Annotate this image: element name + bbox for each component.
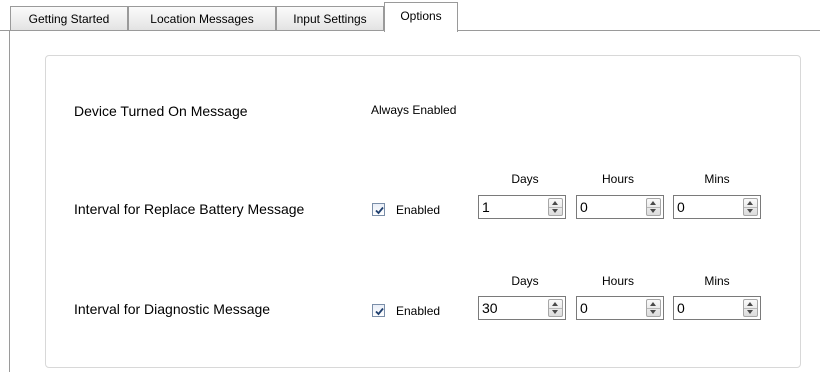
battery-interval-label: Interval for Replace Battery Message (74, 201, 305, 217)
battery-mins-header: Mins (704, 172, 730, 186)
tab-page-border (9, 30, 10, 372)
tab-label: Input Settings (293, 12, 367, 26)
diagnostic-days-spinner[interactable]: 30 (478, 296, 566, 320)
battery-hours-header: Hours (601, 172, 634, 186)
spin-down-button[interactable] (647, 308, 660, 316)
battery-days-value: 1 (482, 199, 490, 215)
battery-days-spinner[interactable]: 1 (478, 195, 566, 219)
diagnostic-mins-value: 0 (677, 300, 685, 316)
diagnostic-hours-value: 0 (580, 300, 588, 316)
diagnostic-days-value: 30 (482, 300, 498, 316)
spin-buttons (548, 299, 563, 317)
spin-up-arrow-icon (552, 201, 558, 205)
diagnostic-days-header: Days (511, 274, 539, 288)
tab-options[interactable]: Options (384, 2, 458, 32)
checkmark-icon (375, 307, 384, 316)
battery-mins-spinner[interactable]: 0 (673, 195, 761, 219)
diagnostic-enabled-label: Enabled (396, 304, 441, 318)
spin-buttons (743, 299, 758, 317)
spin-down-arrow-icon (650, 310, 656, 314)
spin-down-arrow-icon (650, 209, 656, 213)
checkmark-icon (375, 206, 384, 215)
spin-down-arrow-icon (552, 209, 558, 213)
battery-days-header: Days (511, 172, 539, 186)
spin-buttons (646, 198, 661, 216)
spin-down-button[interactable] (744, 308, 757, 316)
tab-label: Location Messages (150, 12, 254, 26)
battery-enabled-checkbox[interactable] (372, 203, 385, 216)
tab-getting-started[interactable]: Getting Started (10, 6, 128, 30)
battery-mins-value: 0 (677, 199, 685, 215)
spin-buttons (548, 198, 563, 216)
diagnostic-hours-header: Hours (601, 274, 634, 288)
spin-buttons (646, 299, 661, 317)
spin-up-arrow-icon (650, 201, 656, 205)
spin-up-arrow-icon (747, 201, 753, 205)
battery-enabled-label: Enabled (396, 203, 441, 217)
tab-label: Options (400, 9, 442, 23)
diagnostic-enabled-checkbox[interactable] (372, 304, 385, 317)
spin-up-arrow-icon (552, 302, 558, 306)
device-on-label: Device Turned On Message (74, 103, 248, 119)
diagnostic-interval-label: Interval for Diagnostic Message (74, 301, 271, 317)
spin-down-arrow-icon (552, 310, 558, 314)
spin-down-button[interactable] (549, 308, 562, 316)
spin-up-arrow-icon (747, 302, 753, 306)
spin-buttons (743, 198, 758, 216)
spin-up-arrow-icon (650, 302, 656, 306)
tab-location-messages[interactable]: Location Messages (128, 6, 276, 30)
spin-down-arrow-icon (747, 310, 753, 314)
tab-strip: Getting Started Location Messages Input … (0, 0, 820, 32)
spin-down-button[interactable] (744, 207, 757, 215)
tab-input-settings[interactable]: Input Settings (276, 6, 384, 30)
diagnostic-hours-spinner[interactable]: 0 (576, 296, 664, 320)
device-on-status: Always Enabled (371, 103, 457, 117)
diagnostic-mins-spinner[interactable]: 0 (673, 296, 761, 320)
diagnostic-mins-header: Mins (704, 274, 730, 288)
tab-label: Getting Started (28, 12, 110, 26)
battery-hours-value: 0 (580, 199, 588, 215)
spin-down-button[interactable] (647, 207, 660, 215)
battery-hours-spinner[interactable]: 0 (576, 195, 664, 219)
spin-down-arrow-icon (747, 209, 753, 213)
spin-down-button[interactable] (549, 207, 562, 215)
